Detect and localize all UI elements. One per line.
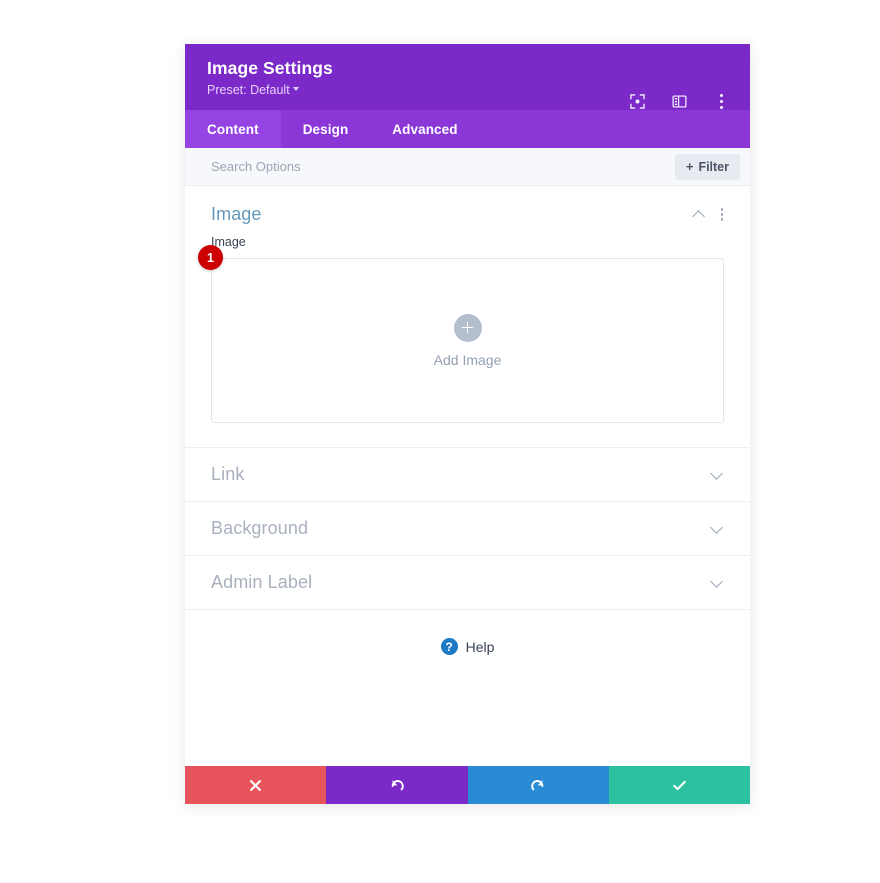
undo-button[interactable] bbox=[326, 766, 468, 804]
filter-button-label: Filter bbox=[698, 159, 729, 174]
section-image-controls bbox=[693, 207, 724, 222]
chevron-down-icon[interactable] bbox=[711, 576, 724, 589]
section-admin-label-title: Admin Label bbox=[211, 572, 313, 592]
section-image: Image Image 1 Add Image bbox=[185, 186, 750, 448]
add-image-dropzone[interactable]: Add Image bbox=[211, 258, 724, 423]
tab-design[interactable]: Design bbox=[281, 110, 371, 148]
section-image-header[interactable]: Image bbox=[185, 186, 750, 235]
modal-header: Image Settings Preset: Default bbox=[185, 44, 750, 110]
tab-content[interactable]: Content bbox=[185, 110, 281, 148]
preset-label: Preset: Default bbox=[207, 83, 290, 97]
chevron-down-icon[interactable] bbox=[711, 468, 724, 481]
search-bar: + Filter bbox=[185, 148, 750, 186]
focus-target-icon[interactable] bbox=[626, 90, 648, 112]
redo-arrow-icon bbox=[530, 777, 546, 793]
search-input[interactable] bbox=[211, 159, 675, 174]
help-question-icon: ? bbox=[440, 638, 458, 655]
image-field-label: Image bbox=[211, 235, 246, 249]
settings-body: Image Image 1 Add Image Link Background bbox=[185, 186, 750, 766]
section-image-title: Image bbox=[211, 204, 262, 224]
image-upload-wrapper: 1 Add Image bbox=[185, 245, 750, 423]
section-background-title: Background bbox=[211, 518, 309, 538]
chevron-down-icon bbox=[292, 86, 299, 91]
image-settings-modal: Image Settings Preset: Default Content D… bbox=[185, 44, 750, 804]
save-button[interactable] bbox=[608, 766, 750, 804]
plus-icon: + bbox=[685, 159, 694, 174]
step-badge-1: 1 bbox=[198, 245, 223, 270]
panel-layout-icon[interactable] bbox=[668, 90, 690, 112]
section-kebab-menu-icon[interactable] bbox=[720, 207, 724, 222]
chevron-up-icon[interactable] bbox=[693, 208, 706, 221]
undo-arrow-icon bbox=[389, 777, 405, 793]
cancel-button[interactable] bbox=[185, 766, 327, 804]
help-label: Help bbox=[465, 638, 495, 655]
header-icon-group bbox=[626, 90, 732, 112]
help-link[interactable]: ? Help bbox=[185, 610, 750, 655]
check-icon bbox=[671, 777, 688, 794]
modal-footer bbox=[185, 766, 750, 804]
tab-bar: Content Design Advanced bbox=[185, 110, 750, 148]
page-title: Image Settings bbox=[207, 58, 333, 78]
close-x-icon bbox=[248, 778, 263, 793]
kebab-menu-icon[interactable] bbox=[710, 90, 732, 112]
section-background[interactable]: Background bbox=[185, 502, 750, 556]
chevron-down-icon[interactable] bbox=[711, 522, 724, 535]
add-image-label: Add Image bbox=[433, 351, 502, 368]
section-admin-label[interactable]: Admin Label bbox=[185, 556, 750, 610]
plus-circle-icon bbox=[453, 313, 482, 342]
section-link-title: Link bbox=[211, 464, 245, 484]
filter-button[interactable]: + Filter bbox=[674, 153, 740, 180]
section-link[interactable]: Link bbox=[185, 448, 750, 502]
redo-button[interactable] bbox=[467, 766, 609, 804]
tab-advanced[interactable]: Advanced bbox=[370, 110, 479, 148]
